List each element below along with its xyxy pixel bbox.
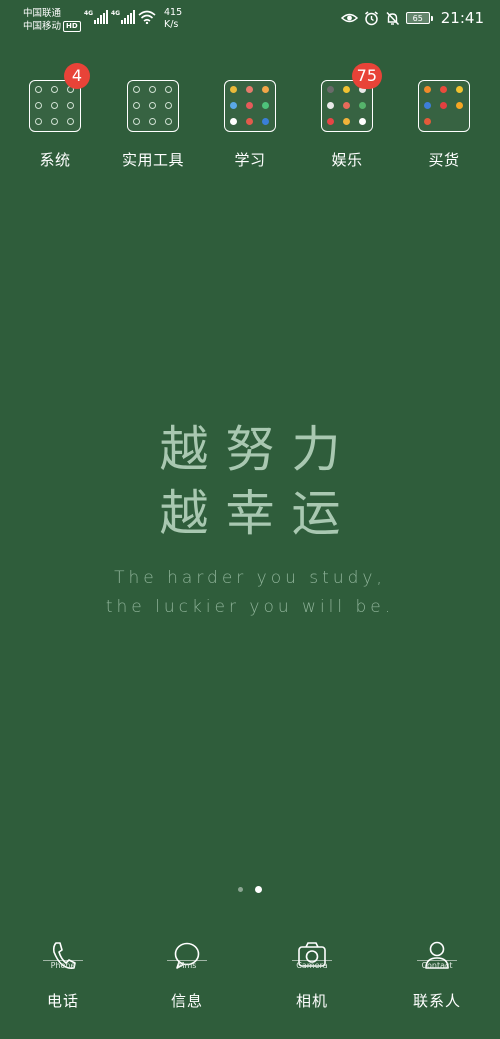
eye-comfort-icon [340, 13, 358, 23]
carrier-1-label: 中国联通 [23, 8, 62, 19]
motto-line-1: 越努力 [159, 421, 358, 478]
folder-icon[interactable] [418, 80, 470, 132]
alarm-icon [364, 10, 378, 25]
folder-label: 娱乐 [331, 151, 363, 169]
wallpaper-motto: 越努力 越幸运 The harder you study, the luckie… [0, 418, 500, 622]
dock-camera[interactable]: Camera 相机 [267, 940, 357, 1011]
signal-1-icon: 4G [84, 10, 109, 24]
carrier-info: 中国联通 中国移动 HD [23, 7, 81, 33]
motto-line-2: 越幸运 [159, 485, 358, 542]
network-type-2: 4G [111, 10, 121, 17]
notification-badge: 75 [351, 63, 382, 89]
motto-english-line-2: the luckier you will be. [105, 597, 395, 617]
folder-entertainment[interactable]: 75 娱乐 [307, 63, 387, 170]
folder-icon[interactable] [224, 80, 276, 132]
folder-icon[interactable]: 4 [29, 63, 90, 132]
page-dot-2-active[interactable] [255, 886, 262, 893]
speed-value: 415 [164, 7, 183, 18]
speed-unit: K/s [164, 19, 179, 30]
folder-label: 实用工具 [121, 151, 184, 169]
dock-messages[interactable]: Mms 信息 [142, 940, 232, 1011]
network-speed: 415 K/s [164, 7, 182, 31]
hd-badge: HD [63, 21, 81, 32]
dock-caption: Phone [43, 960, 83, 971]
clock: 21:41 [440, 9, 484, 27]
folder-label: 系统 [39, 151, 71, 169]
folder-icon[interactable] [127, 80, 179, 132]
folder-label: 学习 [234, 151, 266, 169]
folder-icon[interactable]: 75 [321, 63, 382, 132]
folder-tools[interactable]: 实用工具 [113, 80, 193, 170]
dock-caption: Camera [292, 960, 332, 971]
motto-english-line-1: The harder you study, [114, 568, 386, 588]
network-type-1: 4G [84, 10, 94, 17]
status-bar: 中国联通 中国移动 HD 4G 4G 415 K/s 65 21:41 [0, 0, 500, 40]
dock-label: 信息 [170, 992, 203, 1010]
page-indicator[interactable] [0, 886, 500, 893]
dock-label: 联系人 [412, 992, 461, 1010]
dock-label: 相机 [295, 992, 328, 1010]
status-right-group: 65 21:41 [340, 9, 484, 27]
dock-phone[interactable]: Phone 电话 [18, 940, 108, 1011]
signal-2-icon: 4G [111, 10, 136, 24]
carrier-2-label: 中国移动 [23, 21, 62, 32]
folder-label: 买货 [428, 151, 460, 169]
folder-shopping[interactable]: 买货 [404, 80, 484, 170]
folder-study[interactable]: 学习 [210, 80, 290, 170]
battery-icon: 65 [405, 12, 433, 24]
battery-level: 65 [412, 13, 423, 23]
folder-system[interactable]: 4 系统 [15, 63, 95, 170]
dock-contacts[interactable]: Contact 联系人 [392, 940, 482, 1011]
dock-caption: Mms [167, 960, 207, 971]
dock-caption: Contact [417, 960, 457, 971]
page-dot-1[interactable] [238, 887, 243, 892]
wifi-icon [138, 10, 156, 24]
dock-label: 电话 [46, 992, 79, 1010]
mute-bell-icon [386, 11, 399, 25]
notification-badge: 4 [64, 63, 90, 89]
